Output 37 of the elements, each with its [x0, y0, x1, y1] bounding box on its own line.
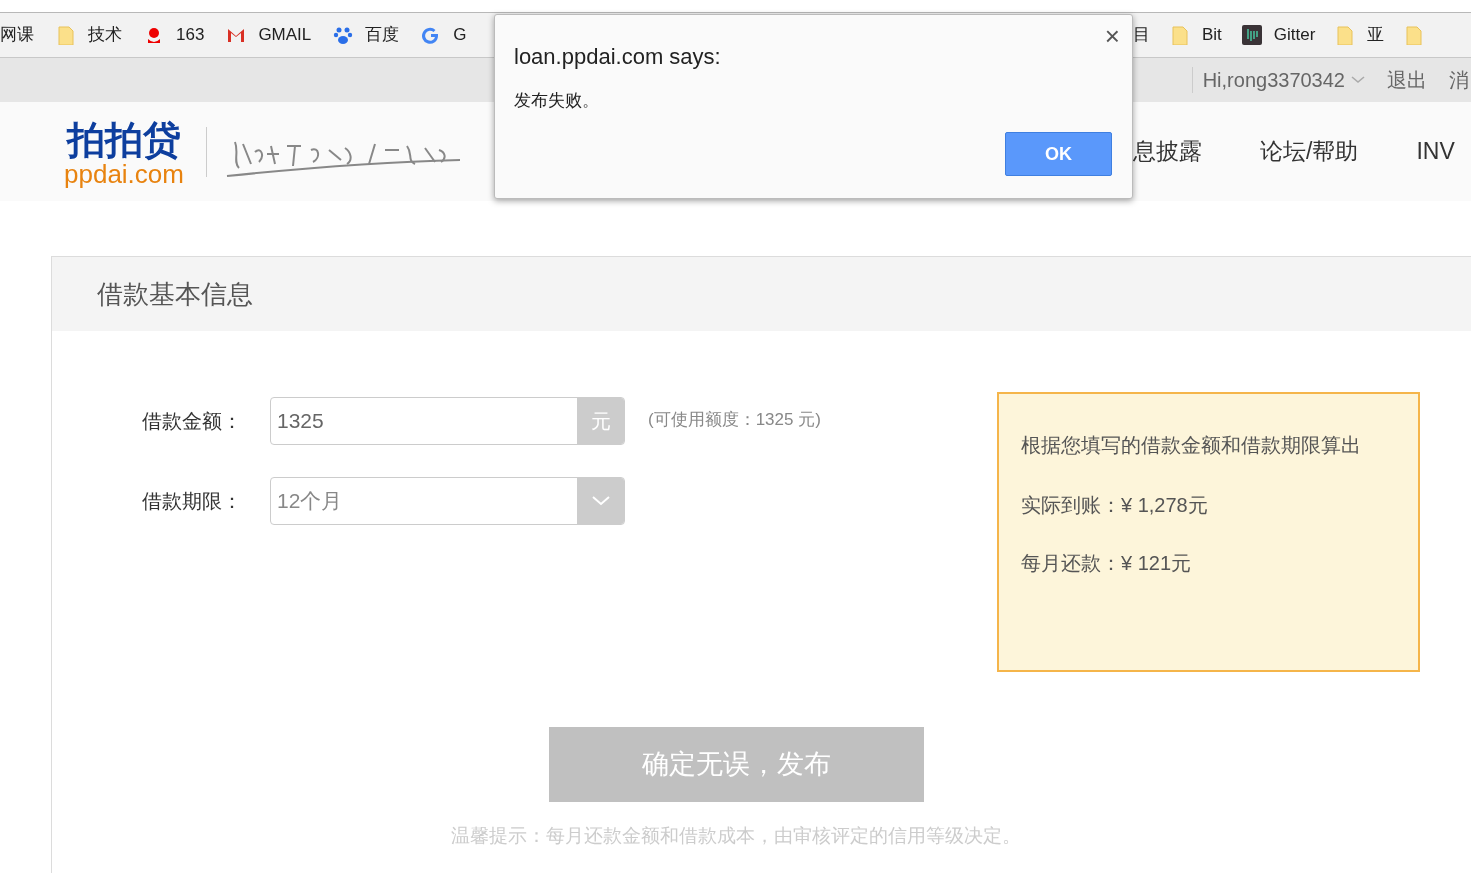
nav-link[interactable]: 退出	[1387, 65, 1427, 95]
bookmark-link[interactable]: 技术	[88, 22, 122, 48]
folder-icon	[1404, 25, 1425, 45]
panel-title: 借款基本信息	[97, 277, 253, 311]
folder-icon	[56, 25, 76, 45]
field-label: 借款期限：	[142, 489, 243, 514]
bookmark-link[interactable]: GMAIL	[258, 22, 312, 48]
dialog-title: loan.ppdai.com says:	[514, 43, 721, 71]
gitter-icon	[1241, 25, 1262, 45]
nav-link[interactable]: 消	[1449, 65, 1469, 95]
summary-line: 每月还款：¥ 121元	[1021, 551, 1193, 576]
chevron-down-icon	[1351, 76, 1365, 84]
logo-title: 拍拍贷	[67, 117, 181, 163]
nav-link[interactable]: 息披露	[1133, 134, 1202, 169]
bookmark-link[interactable]: 网课	[0, 22, 34, 48]
quota-note: (可使用额度：1325 元)	[648, 409, 821, 431]
folder-icon	[1335, 25, 1356, 45]
nav-link[interactable]: 论坛/帮助	[1260, 134, 1359, 169]
bookmark-link[interactable]: Bit	[1202, 22, 1222, 48]
chevron-down-icon	[591, 496, 610, 506]
bookmark-link[interactable]: 亚	[1367, 22, 1385, 48]
bookmark-link[interactable]: Gitter	[1273, 22, 1316, 48]
bookmark-link[interactable]: 163	[176, 22, 205, 48]
close-button[interactable]: ×	[1104, 23, 1120, 49]
paw-icon	[333, 25, 354, 45]
term-dropdown[interactable]: 12个月	[270, 477, 625, 525]
bookmark-link[interactable]: G	[453, 22, 467, 48]
bookmark-link[interactable]: 百度	[365, 22, 400, 48]
summary-title: 根据您填写的借款金额和借款期限算出	[1021, 433, 1362, 458]
summary-line: 实际到账：¥ 1,278元	[1021, 493, 1209, 518]
field-label: 借款金额：	[142, 409, 243, 434]
user-menu[interactable]: Hi,rong3370342	[1202, 65, 1365, 95]
nav-link[interactable]: INV	[1416, 134, 1455, 169]
folder-icon	[1170, 25, 1190, 45]
logo-domain: ppdai.com	[64, 160, 184, 187]
bookmark-link[interactable]: 目	[1133, 22, 1150, 48]
dialog-message: 发布失败。	[514, 90, 599, 112]
